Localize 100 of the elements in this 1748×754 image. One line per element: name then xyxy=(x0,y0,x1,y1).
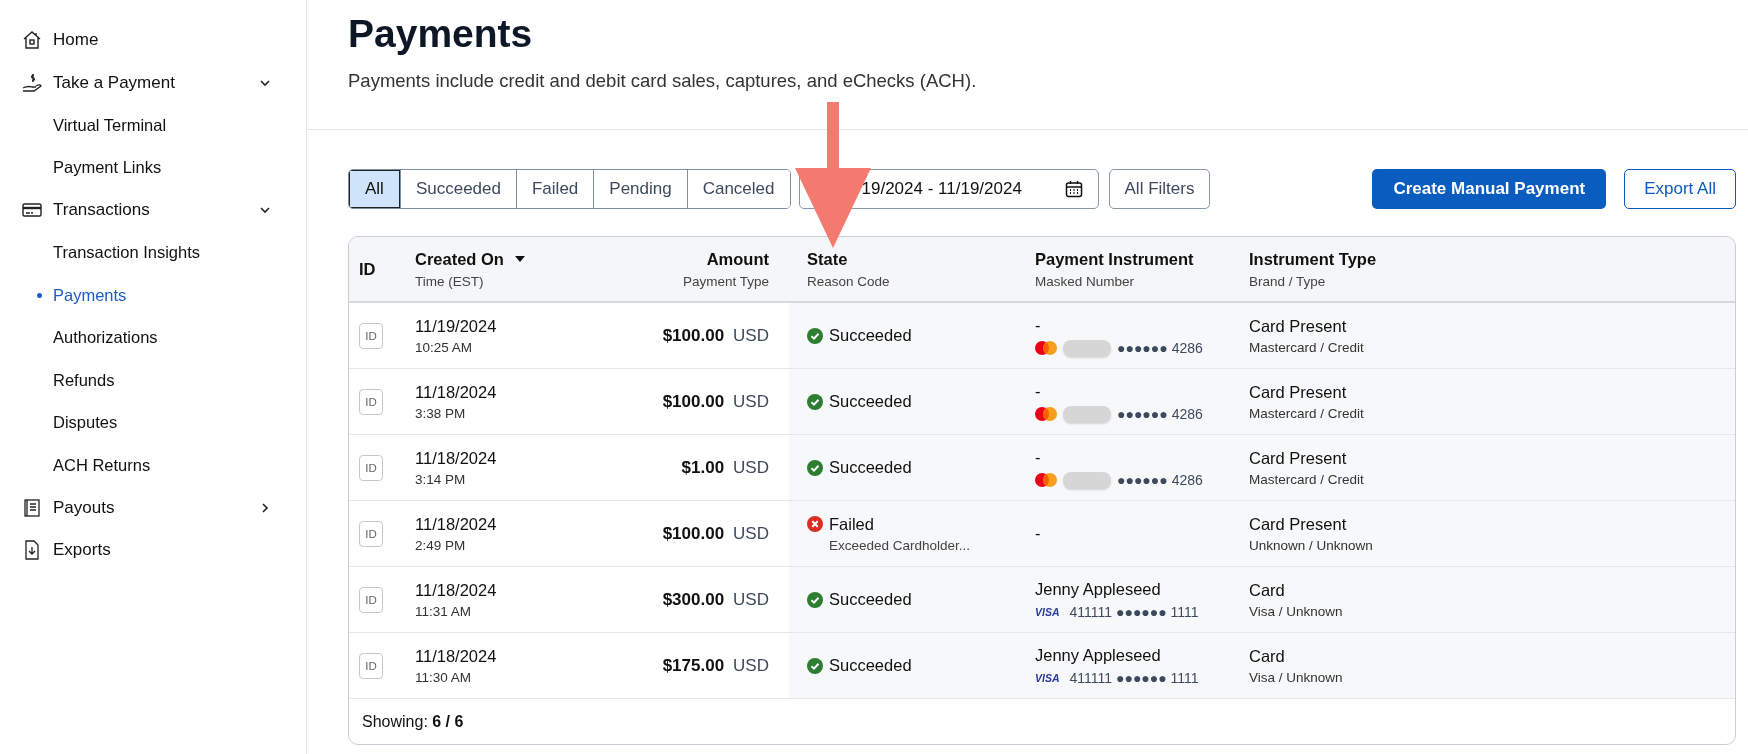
state-text: Succeeded xyxy=(829,392,912,411)
date-text: 11/19/2024 xyxy=(415,316,498,336)
nav-subitem[interactable]: Disputes xyxy=(0,401,306,444)
currency-text: USD xyxy=(733,457,769,478)
cardholder-text: Jenny Appleseed xyxy=(1035,645,1162,665)
check-circle-icon xyxy=(807,459,823,476)
masked-number: ●●●●●● 4286 xyxy=(1117,405,1203,422)
hand-dollar-icon xyxy=(21,71,43,94)
check-circle-icon xyxy=(807,327,823,344)
cardholder-text: Jenny Appleseed xyxy=(1035,579,1162,599)
nav-item[interactable]: Take a Payment xyxy=(0,61,306,104)
time-text: 2:49 PM xyxy=(415,537,467,553)
masked-number: 411111 ●●●●●● 1111 xyxy=(1069,669,1199,686)
cardholder-text: - xyxy=(1035,447,1042,467)
nav-subitem[interactable]: Authorizations xyxy=(0,316,306,359)
nav-item[interactable]: Exports xyxy=(0,529,306,572)
showing-count: Showing: 6 / 6 xyxy=(362,712,464,731)
currency-text: USD xyxy=(733,523,769,544)
time-text: 3:14 PM xyxy=(415,471,467,487)
export-button[interactable]: Export All xyxy=(1624,169,1736,209)
state-text: Succeeded xyxy=(829,656,912,675)
instrument-type-text: Card Present xyxy=(1249,448,1348,468)
currency-text: USD xyxy=(733,589,769,610)
column-subheader: Masked Number xyxy=(1035,273,1136,289)
create-payment-button[interactable]: Create Manual Payment xyxy=(1372,169,1607,209)
visa-logo: VISA xyxy=(1035,671,1060,684)
brand-type-text: Unknown / Unknown xyxy=(1249,537,1374,553)
state-text: Failed xyxy=(829,514,874,534)
cardholder-text: - xyxy=(1035,315,1042,335)
column-subheader: Brand / Type xyxy=(1249,273,1327,289)
filter-tab[interactable]: All xyxy=(349,170,400,208)
date-text: 11/18/2024 xyxy=(415,448,498,468)
nav-subitem[interactable]: Refunds xyxy=(0,359,306,402)
nav-subitem[interactable]: ACH Returns xyxy=(0,444,306,487)
column-header[interactable]: Created On xyxy=(415,249,504,269)
instrument-type-text: Card Present xyxy=(1249,382,1348,402)
amount-text: $100.00 xyxy=(662,523,725,544)
calendar-icon xyxy=(1063,179,1084,199)
column-subheader: Payment Type xyxy=(682,273,769,289)
reason-text: Exceeded Cardholder... xyxy=(828,537,972,553)
brand-type-text: Visa / Unknown xyxy=(1249,603,1344,619)
column-header[interactable]: State xyxy=(807,249,848,269)
column-header[interactable]: Payment Instrument xyxy=(1035,249,1194,269)
id-badge[interactable]: ID xyxy=(359,322,383,349)
check-circle-icon xyxy=(807,657,823,674)
brand-type-text: Mastercard / Credit xyxy=(1249,339,1365,355)
id-badge[interactable]: ID xyxy=(359,586,383,613)
date-text: 11/18/2024 xyxy=(415,580,498,600)
id-badge[interactable]: ID xyxy=(359,388,383,415)
masked-number: ●●●●●● 4286 xyxy=(1117,471,1203,488)
column-header[interactable]: Instrument Type xyxy=(1249,249,1377,269)
nav-subitem[interactable]: Virtual Terminal xyxy=(0,104,306,147)
brand-type-text: Mastercard / Credit xyxy=(1249,405,1365,421)
amount-text: $100.00 xyxy=(662,391,725,412)
column-header[interactable]: Amount xyxy=(706,249,769,269)
id-badge[interactable]: ID xyxy=(359,454,383,481)
nav-subitem[interactable]: Payments xyxy=(0,274,306,317)
nav-subitem[interactable]: Transaction Insights xyxy=(0,231,306,274)
nav-item[interactable]: Payouts xyxy=(0,486,306,529)
instrument-type-text: Card Present xyxy=(1249,514,1348,534)
amount-text: $1.00 xyxy=(681,457,725,478)
instrument-type-text: Card xyxy=(1249,580,1286,600)
amount-text: $100.00 xyxy=(662,325,725,346)
column-header[interactable]: ID xyxy=(359,259,376,279)
time-text: 11:30 AM xyxy=(415,669,473,685)
page-subtitle: Payments include credit and debit card sales, captures, and eChecks (ACH). xyxy=(348,70,978,92)
currency-text: USD xyxy=(733,655,769,676)
column-subheader: Time (EST) xyxy=(415,273,485,289)
page-title: Payments xyxy=(348,11,534,56)
all-filters-button[interactable]: All Filters xyxy=(1108,169,1211,209)
nav-item[interactable]: Transactions xyxy=(0,189,306,232)
card-brand-icon xyxy=(1035,472,1057,487)
state-text: Succeeded xyxy=(829,590,912,609)
cardholder-text: - xyxy=(1035,524,1042,543)
id-badge[interactable]: ID xyxy=(359,520,383,547)
time-text: 10:25 AM xyxy=(415,339,474,355)
date-text: 11/18/2024 xyxy=(415,646,498,666)
id-badge[interactable]: ID xyxy=(359,652,383,679)
card-brand-icon xyxy=(1035,406,1057,421)
nav-subitem[interactable]: Payment Links xyxy=(0,146,306,189)
currency-text: USD xyxy=(733,391,769,412)
check-circle-icon xyxy=(807,393,823,410)
cardholder-text: - xyxy=(1035,381,1042,401)
ledger-icon xyxy=(21,496,43,519)
state-text: Succeeded xyxy=(829,458,912,477)
currency-text: USD xyxy=(733,325,769,346)
state-text: Succeeded xyxy=(829,326,912,345)
instrument-type-text: Card Present xyxy=(1249,316,1348,336)
error-circle-icon xyxy=(807,516,823,532)
nav-item[interactable]: Home xyxy=(0,19,306,62)
time-text: 11:31 AM xyxy=(415,603,473,619)
filter-tab[interactable]: Canceled xyxy=(686,170,790,208)
home-icon xyxy=(21,29,43,52)
instrument-type-text: Card xyxy=(1249,646,1286,666)
check-circle-icon xyxy=(807,591,823,608)
amount-text: $175.00 xyxy=(662,655,725,676)
brand-type-text: Mastercard / Credit xyxy=(1249,471,1365,487)
card-brand-icon xyxy=(1035,340,1057,355)
column-subheader: Reason Code xyxy=(807,273,891,289)
masked-number: ●●●●●● 4286 xyxy=(1117,339,1203,356)
